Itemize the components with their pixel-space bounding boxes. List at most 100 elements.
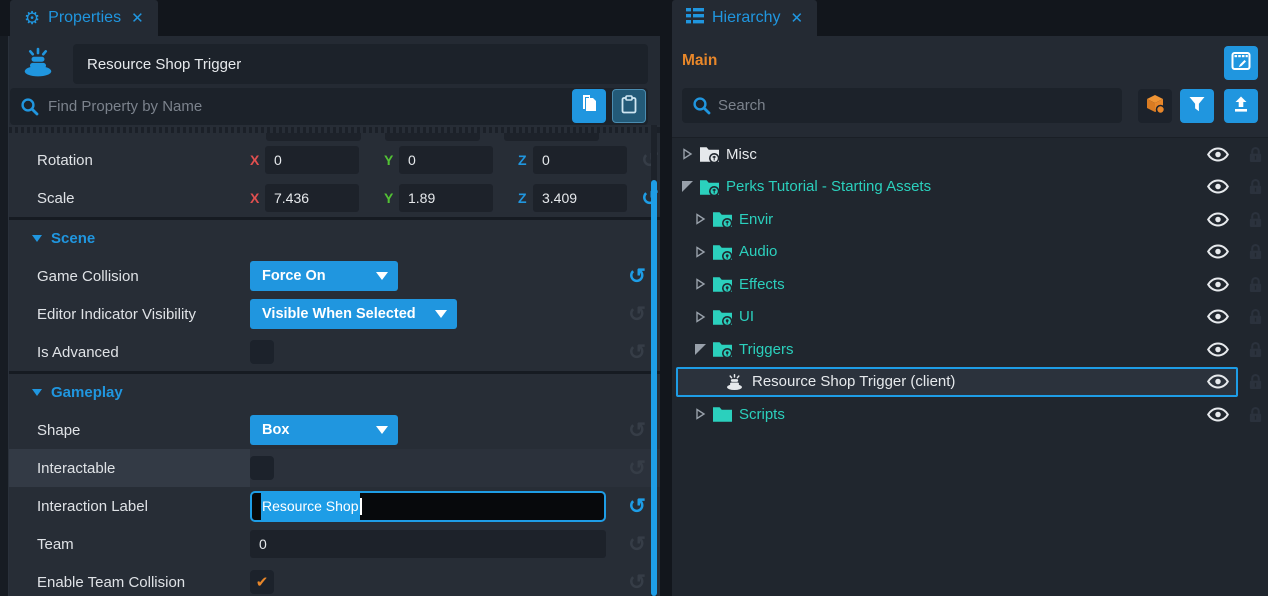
- dropdown-value: Box: [262, 422, 289, 438]
- lock-icon[interactable]: [1244, 178, 1266, 195]
- x-value-input[interactable]: 0: [265, 146, 359, 174]
- text-input[interactable]: 0: [250, 530, 606, 558]
- expand-collapsed-icon[interactable]: [695, 311, 712, 323]
- copy-icon: [580, 94, 598, 118]
- checkbox[interactable]: [250, 456, 274, 480]
- paste-icon: [621, 95, 637, 118]
- check-icon: ✔: [256, 573, 269, 591]
- expand-collapsed-icon[interactable]: [695, 213, 712, 225]
- copy-properties-button[interactable]: [572, 89, 606, 123]
- section-header-gameplay[interactable]: Gameplay: [9, 374, 660, 411]
- tree-item-label: Audio: [739, 243, 777, 260]
- scene-manager-button[interactable]: [1224, 46, 1258, 80]
- visibility-eye-icon[interactable]: [1206, 342, 1230, 357]
- tree-item-label: Triggers: [739, 341, 793, 358]
- property-label: Interactable: [9, 449, 250, 487]
- axis-x-label: X: [250, 190, 264, 206]
- hierarchy-panel: Main: [672, 36, 1268, 596]
- panel-edge-strip: [0, 36, 9, 596]
- lock-icon[interactable]: [1244, 146, 1266, 163]
- visibility-eye-icon[interactable]: [1206, 309, 1230, 324]
- property-row: Team 0↺: [9, 525, 660, 563]
- tree-item-label: Effects: [739, 276, 785, 293]
- search-icon: [20, 97, 39, 120]
- tree-item-triggers[interactable]: Triggers: [672, 333, 1268, 366]
- expand-collapsed-icon[interactable]: [695, 278, 712, 290]
- export-button[interactable]: [1224, 89, 1258, 123]
- text-cursor: [360, 498, 362, 515]
- checkbox[interactable]: [250, 340, 274, 364]
- object-name-row: [9, 42, 660, 86]
- object-name-input[interactable]: [73, 44, 648, 84]
- expand-expanded-icon[interactable]: [695, 344, 712, 355]
- hierarchy-icon: [686, 8, 704, 29]
- dropdown[interactable]: Force On: [250, 261, 398, 291]
- selected-text: Resource Shop: [261, 493, 360, 520]
- visibility-eye-icon[interactable]: [1206, 147, 1230, 162]
- expand-expanded-icon[interactable]: [682, 181, 699, 192]
- tree-item-misc[interactable]: Misc: [672, 138, 1268, 171]
- lock-icon[interactable]: [1244, 406, 1266, 423]
- lock-icon[interactable]: [1244, 373, 1266, 390]
- tree-item-resource-shop-trigger-client[interactable]: Resource Shop Trigger (client): [672, 366, 1268, 399]
- expand-collapsed-icon[interactable]: [695, 246, 712, 258]
- tree-item-ui[interactable]: UI: [672, 301, 1268, 334]
- section-title: Scene: [51, 230, 95, 247]
- visibility-eye-icon[interactable]: [1206, 277, 1230, 292]
- tree-item-label: Perks Tutorial - Starting Assets: [726, 178, 931, 195]
- property-label: Shape: [9, 411, 250, 449]
- properties-panel: Rotation X 0 Y 0 Z 0↺Scale X 7.436 Y 1.8…: [0, 36, 660, 596]
- close-icon[interactable]: ✕: [131, 9, 144, 27]
- properties-scrollbar[interactable]: [651, 125, 657, 596]
- lock-icon[interactable]: [1244, 341, 1266, 358]
- expand-collapsed-icon[interactable]: [682, 148, 699, 160]
- z-value-input[interactable]: 3.409: [533, 184, 627, 212]
- property-row: Rotation X 0 Y 0 Z 0↺: [9, 141, 660, 179]
- filter-button[interactable]: [1180, 89, 1214, 123]
- tree-item-envir[interactable]: Envir: [672, 203, 1268, 236]
- property-label: Is Advanced: [9, 333, 250, 371]
- checkbox[interactable]: ✔: [250, 570, 274, 594]
- visibility-eye-icon[interactable]: [1206, 374, 1230, 389]
- tab-properties-label: Properties: [48, 9, 121, 27]
- folder-network-icon: [699, 145, 726, 163]
- property-row: Enable Team Collision ✔↺: [9, 563, 660, 596]
- tree-item-scripts[interactable]: Scripts: [672, 398, 1268, 431]
- dropdown[interactable]: Box: [250, 415, 398, 445]
- property-label: Rotation: [9, 141, 250, 179]
- lock-icon[interactable]: [1244, 276, 1266, 293]
- tab-properties[interactable]: ⚙ Properties ✕: [10, 0, 158, 36]
- tab-hierarchy[interactable]: Hierarchy ✕: [672, 0, 817, 36]
- lock-icon[interactable]: [1244, 243, 1266, 260]
- paste-properties-button[interactable]: [612, 89, 646, 123]
- tree-item-effects[interactable]: Effects: [672, 268, 1268, 301]
- property-row: Interaction Label Resource Shop ↺: [9, 487, 660, 525]
- property-search-input[interactable]: [10, 88, 648, 125]
- axis-z-label: Z: [518, 152, 532, 168]
- visibility-eye-icon[interactable]: [1206, 407, 1230, 422]
- y-value-input[interactable]: 1.89: [399, 184, 493, 212]
- visibility-eye-icon[interactable]: [1206, 179, 1230, 194]
- x-value-input[interactable]: 7.436: [265, 184, 359, 212]
- visibility-eye-icon[interactable]: [1206, 212, 1230, 227]
- visibility-eye-icon[interactable]: [1206, 244, 1230, 259]
- lock-icon[interactable]: [1244, 211, 1266, 228]
- y-value-input[interactable]: 0: [399, 146, 493, 174]
- hierarchy-search-input[interactable]: [682, 88, 1122, 123]
- editor-window: Rotation X 0 Y 0 Z 0↺Scale X 7.436 Y 1.8…: [0, 0, 1268, 596]
- networked-objects-button[interactable]: [1138, 89, 1172, 123]
- property-row: Game Collision Force On ↺: [9, 257, 660, 295]
- property-search-row: [9, 88, 660, 125]
- tree-item-audio[interactable]: Audio: [672, 236, 1268, 269]
- close-icon[interactable]: ✕: [790, 9, 803, 27]
- section-header-scene[interactable]: Scene: [9, 220, 660, 257]
- lock-icon[interactable]: [1244, 308, 1266, 325]
- text-input-focused[interactable]: Resource Shop: [250, 491, 606, 522]
- expand-collapsed-icon[interactable]: [695, 408, 712, 420]
- scrollbar-thumb[interactable]: [651, 180, 657, 596]
- tree-item-label: Scripts: [739, 406, 785, 423]
- cube-icon: [1144, 93, 1166, 119]
- z-value-input[interactable]: 0: [533, 146, 627, 174]
- tree-item-perks-tutorial-starting-assets[interactable]: Perks Tutorial - Starting Assets: [672, 171, 1268, 204]
- dropdown[interactable]: Visible When Selected: [250, 299, 457, 329]
